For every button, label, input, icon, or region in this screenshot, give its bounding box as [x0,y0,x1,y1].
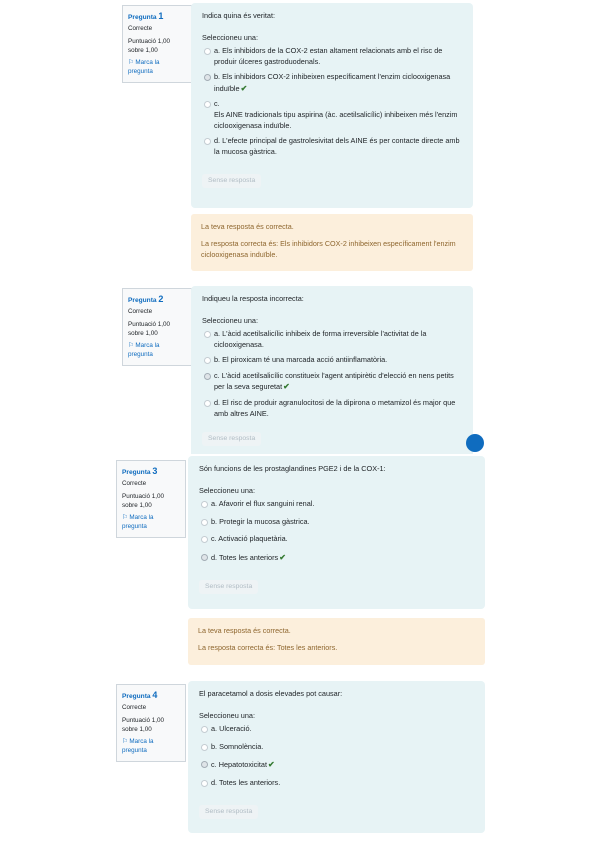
answer-option-b[interactable]: b. Els inhibidors COX-2 inhibeixen espec… [202,72,463,94]
radio-button[interactable] [201,726,208,734]
feedback-box-1: La teva resposta és correcta. La respost… [191,214,473,271]
feedback-general: La teva resposta és correcta. [198,626,291,635]
flag-question-link[interactable]: ⚐ Marca la pregunta [122,738,180,755]
answer-option-d[interactable]: d. Totes les anteriors. [199,778,475,789]
question-text: Indiqueu la resposta incorrecta: [202,294,304,303]
question-info-3: Pregunta 3 Correcte Puntuació 1,00 sobre… [116,460,186,539]
clear-choice-button[interactable]: Sense resposta [202,174,262,189]
radio-button[interactable] [204,74,211,82]
answer-option-a[interactable]: a. Afavorir el flux sanguini renal. [199,499,475,510]
floating-action-button[interactable] [466,434,484,452]
radio-button[interactable] [204,400,211,408]
feedback-general: La teva resposta és correcta. [201,222,294,231]
question-formulation-2: Indiqueu la resposta incorrecta: Selecci… [191,286,473,454]
answer-prompt: Seleccioneu una: [202,32,258,42]
clear-choice-button[interactable]: Sense resposta [202,432,262,447]
question-info-4: Pregunta 4 Correcte Puntuació 1,00 sobre… [116,684,186,763]
feedback-right-answer: La resposta correcta és: Els inhibidors … [201,238,456,259]
question-state: Correcte [122,479,147,487]
radio-button[interactable] [204,101,211,109]
flag-icon: ⚐ [128,59,134,67]
question-state: Correcte [128,24,153,32]
flag-icon: ⚐ [122,738,128,746]
answer-option-d[interactable]: d. El risc de produir agranulocitosi de … [202,398,463,419]
question-grade: Puntuació 1,00 sobre 1,00 [122,717,165,733]
question-text: Són funcions de les prostaglandines PGE2… [199,464,386,473]
radio-button[interactable] [204,372,211,380]
answer-option-b[interactable]: b. El piroxicam té una marcada acció ant… [202,355,463,366]
question-grade: Puntuació 1,00 sobre 1,00 [122,493,165,509]
question-number: Pregunta 3 [122,466,158,476]
feedback-right-answer: La resposta correcta és: Totes les anter… [198,642,338,652]
question-info-2: Pregunta 2 Correcte Puntuació 1,00 sobre… [122,288,192,367]
question-number: Pregunta 4 [122,690,158,700]
radio-button[interactable] [201,743,208,751]
radio-button[interactable] [204,48,211,56]
radio-button[interactable] [201,779,208,787]
flag-icon: ⚐ [122,514,128,522]
correct-check-icon: ✔ [240,83,248,93]
question-grade: Puntuació 1,00 sobre 1,00 [128,321,171,337]
correct-check-icon: ✔ [279,552,286,562]
answer-option-c[interactable]: c. Hepatotoxicitat✔ [199,759,475,771]
clear-choice-button[interactable]: Sense resposta [199,805,259,820]
question-state: Correcte [122,703,147,711]
radio-button[interactable] [204,138,211,146]
flag-question-link[interactable]: ⚐ Marca la pregunta [128,59,186,76]
answer-option-c[interactable]: c. L'àcid acetilsalicílic constitueix l'… [202,371,463,393]
question-number: Pregunta 1 [128,11,164,21]
flag-icon: ⚐ [128,342,134,350]
question-text: Indica quina és veritat: [202,11,276,20]
flag-question-link[interactable]: ⚐ Marca la pregunta [128,342,186,359]
answer-option-a[interactable]: a. Els inhibidors de la COX-2 estan alta… [202,46,463,67]
answer-prompt: Seleccioneu una: [199,485,255,495]
radio-button[interactable] [201,761,208,769]
answer-option-d[interactable]: d. Totes les anteriors✔ [199,552,475,564]
answer-option-d[interactable]: d. L'efecte principal de gastrolesivitat… [202,136,463,157]
answer-prompt: Seleccioneu una: [202,315,258,325]
correct-check-icon: ✔ [267,760,275,770]
answer-option-c[interactable]: c. Activació plaquetària. [199,534,475,545]
answer-option-a[interactable]: a. L'àcid acetilsalicílic inhibeix de fo… [202,329,463,350]
question-grade: Puntuació 1,00 sobre 1,00 [128,38,171,54]
radio-button[interactable] [201,501,208,509]
flag-question-link[interactable]: ⚐ Marca la pregunta [122,514,180,531]
radio-button[interactable] [204,357,211,365]
radio-button[interactable] [204,331,211,339]
question-text: El paracetamol a dosis elevades pot caus… [199,689,343,698]
correct-check-icon: ✔ [283,382,290,392]
answer-option-c[interactable]: c. Els AINE tradicionals tipu aspirina (… [202,99,463,131]
question-formulation-4: El paracetamol a dosis elevades pot caus… [188,681,485,833]
question-info-1: Pregunta 1 Correcte Puntuació 1,00 sobre… [122,5,192,84]
clear-choice-button[interactable]: Sense resposta [199,580,259,595]
answer-option-b[interactable]: b. Somnolència. [199,742,475,753]
question-formulation-3: Són funcions de les prostaglandines PGE2… [188,456,485,609]
question-number: Pregunta 2 [128,294,164,304]
radio-button[interactable] [201,536,208,544]
question-formulation-1: Indica quina és veritat: Seleccioneu una… [191,3,473,208]
answer-prompt: Seleccioneu una: [199,710,255,720]
answer-option-b[interactable]: b. Protegir la mucosa gàstrica. [199,517,475,528]
question-state: Correcte [128,307,153,315]
radio-button[interactable] [201,518,208,526]
feedback-box-3: La teva resposta és correcta. La respost… [188,618,485,665]
radio-button[interactable] [201,553,208,561]
answer-option-a[interactable]: a. Ulceració. [199,724,475,735]
